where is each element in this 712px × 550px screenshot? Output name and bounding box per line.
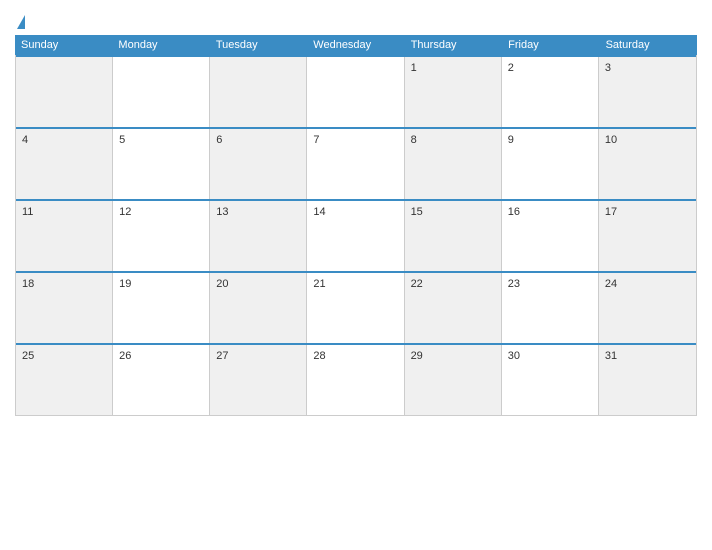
logo-block (15, 15, 25, 27)
logo-top-row (15, 15, 25, 27)
day-number: 19 (119, 278, 131, 290)
day-cell: 29 (405, 345, 502, 415)
day-header-wednesday: Wednesday (307, 35, 404, 55)
week-row-4: 25 26 27 28 29 30 31 (16, 343, 696, 415)
day-cell: 11 (16, 201, 113, 271)
day-number: 14 (313, 206, 325, 218)
day-cell: 13 (210, 201, 307, 271)
day-number: 13 (216, 206, 228, 218)
day-cell: 6 (210, 129, 307, 199)
day-cell: 31 (599, 345, 696, 415)
day-cell: 27 (210, 345, 307, 415)
day-cell: 2 (502, 57, 599, 127)
day-cell: 14 (307, 201, 404, 271)
day-cell: 8 (405, 129, 502, 199)
day-header-monday: Monday (112, 35, 209, 55)
day-cell: 7 (307, 129, 404, 199)
day-cell (16, 57, 113, 127)
day-cell (307, 57, 404, 127)
calendar-grid: 1234567891011121314151617181920212223242… (15, 55, 697, 416)
day-number: 11 (22, 206, 33, 218)
logo-triangle-icon (17, 15, 25, 29)
day-number: 31 (605, 350, 617, 362)
day-headers: SundayMondayTuesdayWednesdayThursdayFrid… (15, 35, 697, 55)
day-number: 24 (605, 278, 617, 290)
day-cell: 23 (502, 273, 599, 343)
day-number: 29 (411, 350, 423, 362)
day-number: 25 (22, 350, 34, 362)
day-number: 12 (119, 206, 131, 218)
day-number: 10 (605, 134, 617, 146)
logo (15, 15, 25, 27)
day-number: 4 (22, 134, 28, 146)
day-number: 9 (508, 134, 514, 146)
day-cell: 19 (113, 273, 210, 343)
day-number: 3 (605, 62, 611, 74)
day-header-thursday: Thursday (405, 35, 502, 55)
day-number: 17 (605, 206, 617, 218)
day-cell: 16 (502, 201, 599, 271)
week-row-0: 1 2 3 (16, 55, 696, 127)
day-cell: 24 (599, 273, 696, 343)
week-row-3: 18 19 20 21 22 23 24 (16, 271, 696, 343)
day-cell: 4 (16, 129, 113, 199)
day-number: 27 (216, 350, 228, 362)
day-number: 15 (411, 206, 423, 218)
day-header-sunday: Sunday (15, 35, 112, 55)
day-number: 22 (411, 278, 423, 290)
day-number: 1 (411, 62, 417, 74)
day-number: 20 (216, 278, 228, 290)
day-cell: 22 (405, 273, 502, 343)
day-cell: 25 (16, 345, 113, 415)
day-cell: 26 (113, 345, 210, 415)
day-number: 30 (508, 350, 520, 362)
day-cell: 28 (307, 345, 404, 415)
day-cell: 1 (405, 57, 502, 127)
day-number: 16 (508, 206, 520, 218)
day-number: 26 (119, 350, 131, 362)
day-cell: 12 (113, 201, 210, 271)
day-cell: 10 (599, 129, 696, 199)
day-number: 2 (508, 62, 514, 74)
day-number: 5 (119, 134, 125, 146)
day-cell: 21 (307, 273, 404, 343)
day-cell: 15 (405, 201, 502, 271)
day-cell: 9 (502, 129, 599, 199)
day-number: 23 (508, 278, 520, 290)
day-cell: 5 (113, 129, 210, 199)
day-number: 8 (411, 134, 417, 146)
day-cell: 3 (599, 57, 696, 127)
day-number: 21 (313, 278, 325, 290)
week-row-2: 11 12 13 14 15 16 17 (16, 199, 696, 271)
day-number: 6 (216, 134, 222, 146)
day-number: 18 (22, 278, 34, 290)
day-header-saturday: Saturday (600, 35, 697, 55)
day-cell: 17 (599, 201, 696, 271)
day-number: 28 (313, 350, 325, 362)
day-cell: 20 (210, 273, 307, 343)
day-cell (210, 57, 307, 127)
day-cell (113, 57, 210, 127)
day-cell: 30 (502, 345, 599, 415)
day-header-friday: Friday (502, 35, 599, 55)
day-header-tuesday: Tuesday (210, 35, 307, 55)
day-cell: 18 (16, 273, 113, 343)
day-number: 7 (313, 134, 319, 146)
week-row-1: 4 5 6 7 8 9 10 (16, 127, 696, 199)
calendar-header (15, 10, 697, 35)
calendar-container: SundayMondayTuesdayWednesdayThursdayFrid… (0, 0, 712, 550)
